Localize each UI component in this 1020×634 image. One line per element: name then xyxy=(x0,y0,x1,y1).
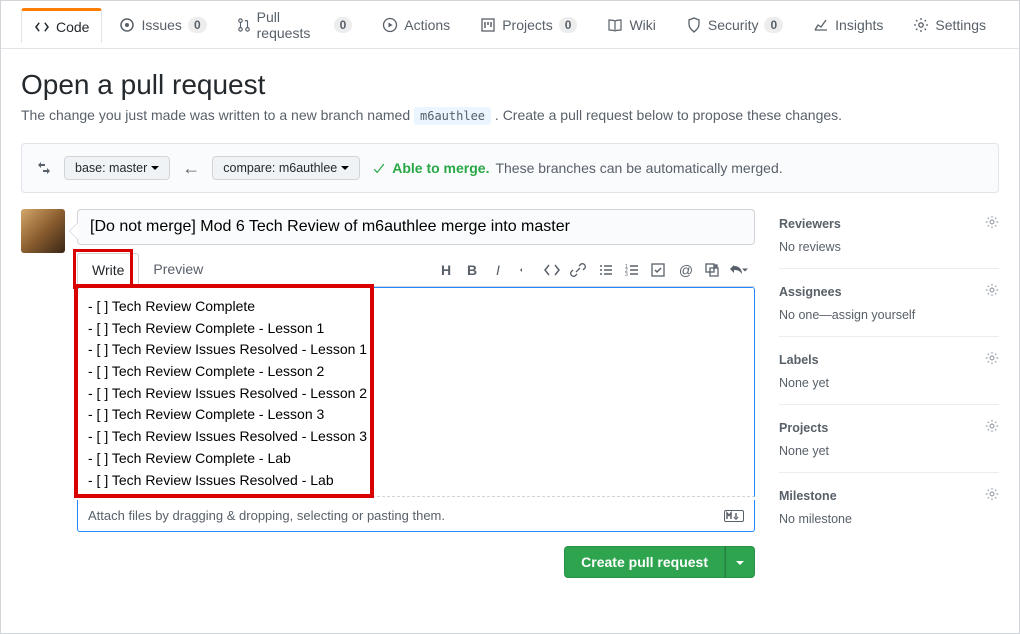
tab-code[interactable]: Code xyxy=(21,8,102,43)
check-icon xyxy=(372,161,386,175)
create-pr-caret[interactable] xyxy=(725,546,755,578)
pr-body-textarea[interactable] xyxy=(77,287,755,497)
base-branch-select[interactable]: base: master xyxy=(64,156,170,180)
compare-branch-select[interactable]: compare: m6authlee xyxy=(212,156,360,180)
tab-issues[interactable]: Issues 0 xyxy=(106,8,219,41)
caret-down-icon xyxy=(341,164,349,172)
projects-gear[interactable] xyxy=(985,419,999,436)
pr-sidebar: Reviewers No reviews Assignees No one—as… xyxy=(779,209,999,578)
reviewers-gear[interactable] xyxy=(985,215,999,232)
reference-button[interactable] xyxy=(701,259,723,281)
gear-icon xyxy=(985,283,999,297)
arrow-left-icon: ← xyxy=(182,158,200,179)
tab-pulls[interactable]: Pull requests 0 xyxy=(224,0,366,49)
projects-count: 0 xyxy=(559,17,578,33)
merge-status: Able to merge. These branches can be aut… xyxy=(372,160,782,176)
italic-button[interactable]: I xyxy=(487,259,509,281)
tab-projects[interactable]: Projects 0 xyxy=(467,8,590,41)
ul-button[interactable] xyxy=(595,259,617,281)
milestone-value: No milestone xyxy=(779,512,999,526)
issues-count: 0 xyxy=(188,17,207,33)
tab-projects-label: Projects xyxy=(502,17,553,33)
tab-security[interactable]: Security 0 xyxy=(673,8,796,41)
preview-tab[interactable]: Preview xyxy=(139,253,217,286)
pr-title-input[interactable] xyxy=(77,209,755,245)
book-icon xyxy=(607,17,623,33)
labels-value: None yet xyxy=(779,376,999,390)
page-subtitle: The change you just made was written to … xyxy=(21,107,999,123)
labels-title: Labels xyxy=(779,353,819,367)
caret-down-icon xyxy=(151,164,159,172)
attach-hint[interactable]: Attach files by dragging & dropping, sel… xyxy=(77,500,755,532)
code-button[interactable] xyxy=(541,259,563,281)
caret-down-icon xyxy=(736,559,744,567)
create-pr-button[interactable]: Create pull request xyxy=(564,546,725,578)
play-icon xyxy=(382,17,398,33)
tab-actions[interactable]: Actions xyxy=(369,8,463,41)
md-toolbar: H B I 123 xyxy=(435,259,755,281)
project-icon xyxy=(480,17,496,33)
comment-tabs: Write Preview H B I xyxy=(77,253,755,287)
compare-icon xyxy=(36,160,52,176)
assignees-title: Assignees xyxy=(779,285,842,299)
milestone-title: Milestone xyxy=(779,489,837,503)
shield-icon xyxy=(686,17,702,33)
quote-button[interactable] xyxy=(515,259,537,281)
tab-insights[interactable]: Insights xyxy=(800,8,896,41)
link-button[interactable] xyxy=(567,259,589,281)
tasklist-button[interactable] xyxy=(647,259,669,281)
assignees-value[interactable]: No one—assign yourself xyxy=(779,308,999,322)
tab-settings[interactable]: Settings xyxy=(900,8,999,41)
pulls-count: 0 xyxy=(334,17,353,33)
gear-icon xyxy=(985,215,999,229)
gear-icon xyxy=(985,419,999,433)
code-icon xyxy=(34,19,50,35)
heading-button[interactable]: H xyxy=(435,259,457,281)
issue-icon xyxy=(119,17,135,33)
reply-button[interactable] xyxy=(727,259,749,281)
reviewers-value: No reviews xyxy=(779,240,999,254)
gear-icon xyxy=(913,17,929,33)
tab-security-label: Security xyxy=(708,17,759,33)
assignees-gear[interactable] xyxy=(985,283,999,300)
tab-actions-label: Actions xyxy=(404,17,450,33)
milestone-gear[interactable] xyxy=(985,487,999,504)
mention-button[interactable]: @ xyxy=(675,259,697,281)
projects-value: None yet xyxy=(779,444,999,458)
range-editor: base: master ← compare: m6authlee Able t… xyxy=(21,143,999,193)
page-title: Open a pull request xyxy=(21,69,999,101)
tab-pulls-label: Pull requests xyxy=(257,9,328,41)
avatar[interactable] xyxy=(21,209,65,253)
bold-button[interactable]: B xyxy=(461,259,483,281)
pull-request-icon xyxy=(237,17,251,33)
gear-icon xyxy=(985,351,999,365)
tab-wiki-label: Wiki xyxy=(629,17,655,33)
branch-name-chip: m6authlee xyxy=(414,107,491,125)
projects-title: Projects xyxy=(779,421,828,435)
graph-icon xyxy=(813,17,829,33)
gear-icon xyxy=(985,487,999,501)
security-count: 0 xyxy=(764,17,783,33)
repo-tabnav: Code Issues 0 Pull requests 0 Actions Pr… xyxy=(1,1,1019,49)
write-tab[interactable]: Write xyxy=(77,253,139,287)
tab-issues-label: Issues xyxy=(141,17,181,33)
ol-button[interactable]: 123 xyxy=(621,259,643,281)
tab-wiki[interactable]: Wiki xyxy=(594,8,668,41)
markdown-icon xyxy=(724,509,744,523)
tab-settings-label: Settings xyxy=(935,17,986,33)
tab-insights-label: Insights xyxy=(835,17,883,33)
labels-gear[interactable] xyxy=(985,351,999,368)
reviewers-title: Reviewers xyxy=(779,217,841,231)
svg-text:3: 3 xyxy=(625,272,628,278)
tab-code-label: Code xyxy=(56,19,89,35)
